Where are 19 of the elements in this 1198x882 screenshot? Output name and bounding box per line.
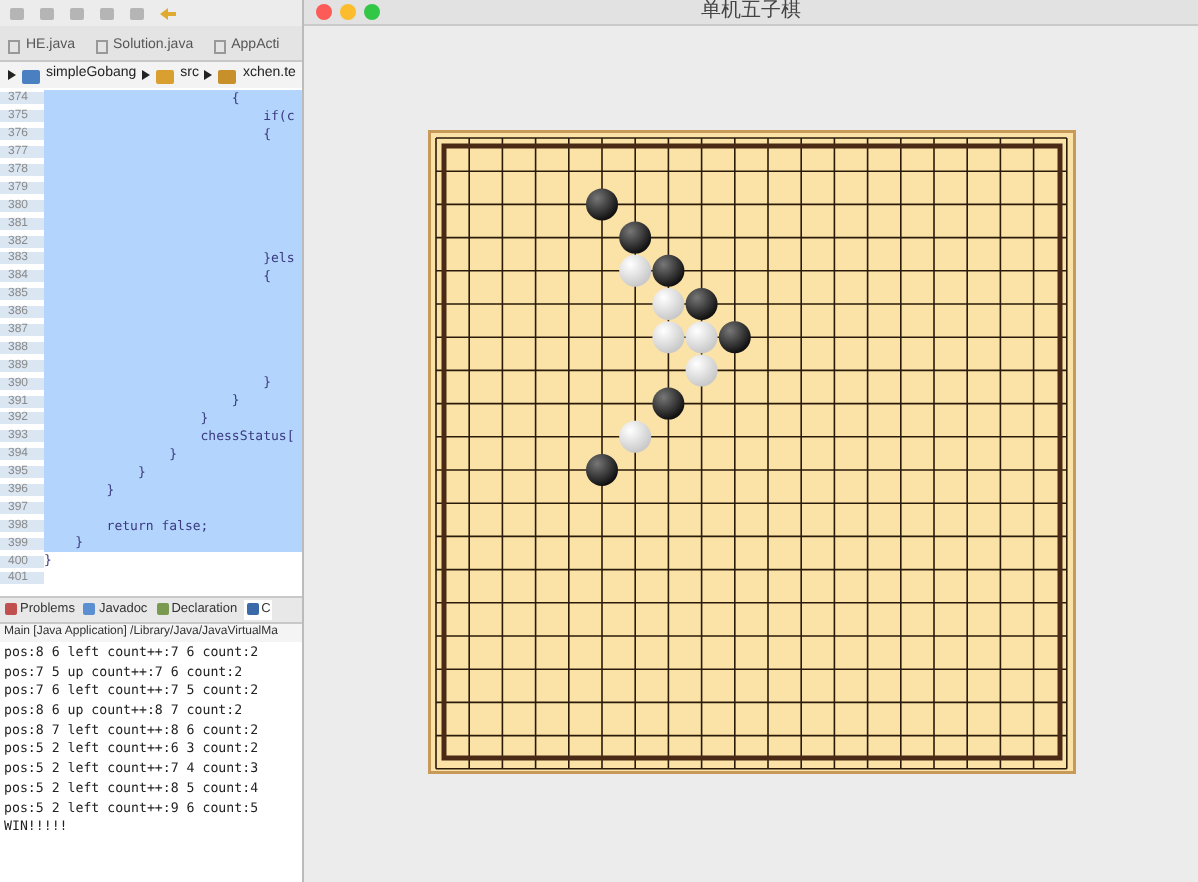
maximize-icon[interactable] xyxy=(364,4,380,20)
tab-icon xyxy=(245,602,260,617)
folder-icon xyxy=(218,67,237,83)
folder-icon xyxy=(156,67,175,83)
tab-icon xyxy=(4,602,18,617)
gomoku-board[interactable] xyxy=(428,130,1076,774)
arrow-icon[interactable] xyxy=(158,5,178,21)
file-icon xyxy=(8,39,20,53)
tab-icon xyxy=(82,602,97,617)
minimize-icon[interactable] xyxy=(340,4,356,20)
close-icon[interactable] xyxy=(316,4,332,20)
chevron-icon xyxy=(204,70,213,80)
file-icon xyxy=(95,39,108,53)
chevron-icon xyxy=(142,70,151,80)
window-title: 单机五子棋 xyxy=(701,2,801,22)
tab-icon xyxy=(155,602,170,617)
chevron-icon xyxy=(8,70,16,80)
file-icon xyxy=(213,39,226,53)
folder-icon xyxy=(22,67,40,83)
